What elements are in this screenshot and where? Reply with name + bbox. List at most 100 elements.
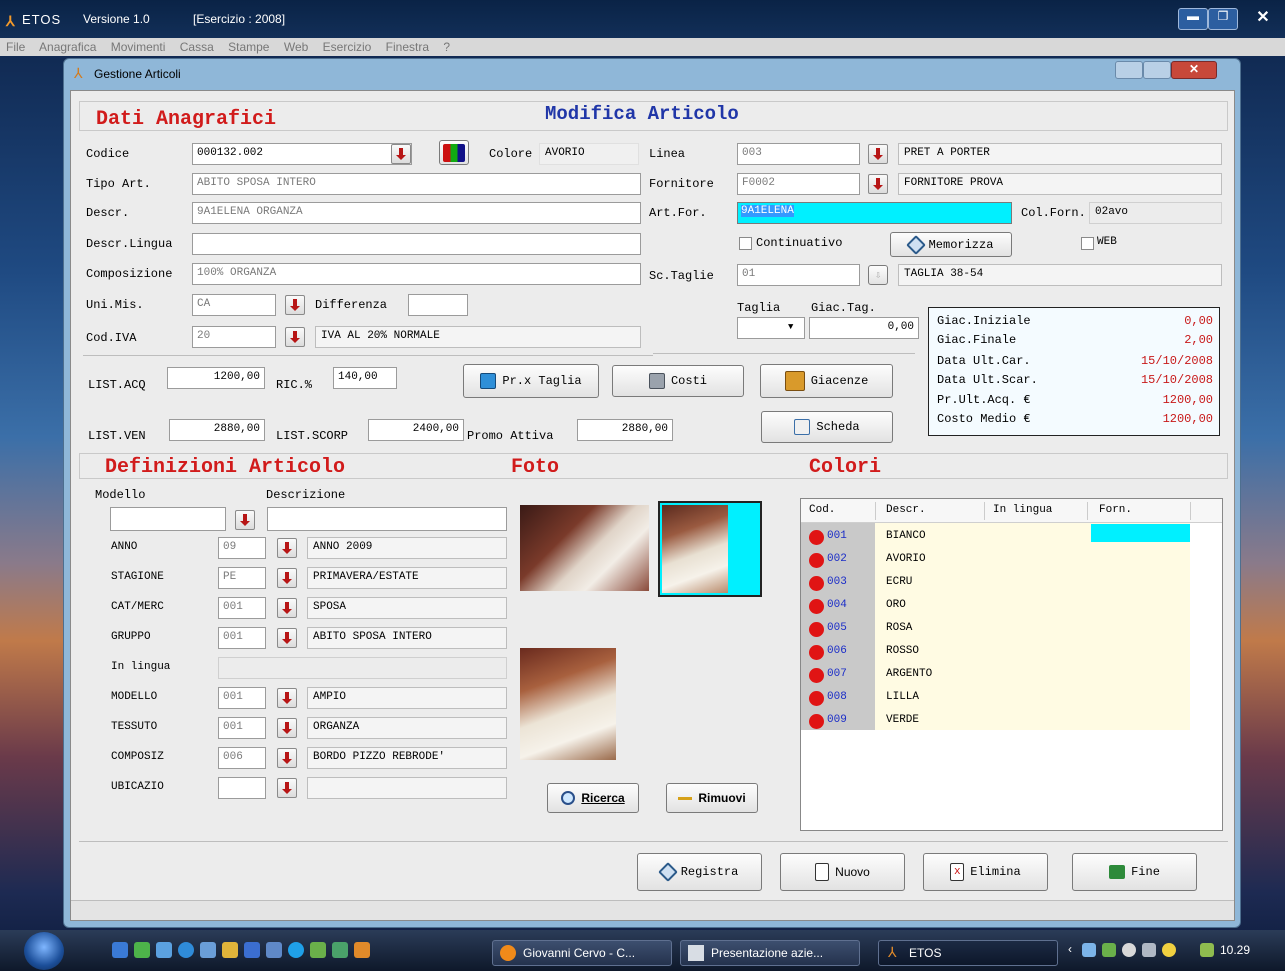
column-header-descr[interactable]: Descr. xyxy=(886,504,926,516)
etos-icon[interactable] xyxy=(354,942,370,958)
linea-input[interactable]: 003 xyxy=(737,143,860,165)
continuativo-checkbox[interactable] xyxy=(739,237,752,250)
menu-web[interactable]: Web xyxy=(284,40,308,54)
colore-row[interactable]: 003 ECRU xyxy=(801,572,1190,595)
column-header-cod[interactable]: Cod. xyxy=(809,504,835,516)
quicklaunch-icon[interactable] xyxy=(332,942,348,958)
taskbar-item-firefox[interactable]: Giovanni Cervo - C... xyxy=(492,940,672,966)
colore-row[interactable]: 005 ROSA xyxy=(801,618,1190,641)
elimina-button[interactable]: x Elimina xyxy=(923,853,1048,891)
tray-icon[interactable] xyxy=(1122,943,1136,957)
giacenze-button[interactable]: Giacenze xyxy=(760,364,893,398)
ie-icon[interactable] xyxy=(178,942,194,958)
quicklaunch-icon[interactable] xyxy=(112,942,128,958)
close-icon[interactable]: ✕ xyxy=(1248,7,1278,29)
tray-icon[interactable] xyxy=(1162,943,1176,957)
registra-button[interactable]: Registra xyxy=(637,853,762,891)
tray-icon[interactable] xyxy=(1082,943,1096,957)
definizione-lookup-button[interactable] xyxy=(277,688,297,708)
taskbar-item-etos[interactable]: ⅄ ETOS xyxy=(878,940,1058,966)
definizione-lookup-button[interactable] xyxy=(277,628,297,648)
menu-esercizio[interactable]: Esercizio xyxy=(323,40,372,54)
definizione-code-input[interactable] xyxy=(218,777,266,799)
quicklaunch-icon[interactable] xyxy=(310,942,326,958)
colore-row[interactable]: 004 ORO xyxy=(801,595,1190,618)
modello-lookup-button[interactable] xyxy=(235,510,255,530)
menu-stampe[interactable]: Stampe xyxy=(228,40,269,54)
definizione-code-input[interactable]: 001 xyxy=(218,717,266,739)
tipo-art-input[interactable]: ABITO SPOSA INTERO xyxy=(192,173,641,195)
menu-anagrafica[interactable]: Anagrafica xyxy=(39,40,96,54)
list-scorp-input[interactable]: 2400,00 xyxy=(368,419,464,441)
definizione-code-input[interactable]: 006 xyxy=(218,747,266,769)
colore-row[interactable]: 006 ROSSO xyxy=(801,641,1190,664)
colore-row[interactable]: 009 VERDE xyxy=(801,710,1190,733)
menu-help[interactable]: ? xyxy=(443,40,450,54)
menu-file[interactable]: File xyxy=(6,40,25,54)
foto-image-2-selected[interactable] xyxy=(658,501,762,597)
foto-image-1[interactable] xyxy=(520,505,649,591)
costi-button[interactable]: Costi xyxy=(612,365,744,397)
column-header-forn[interactable]: Forn. xyxy=(1099,504,1132,516)
definizione-code-input[interactable]: 001 xyxy=(218,627,266,649)
promo-attiva-input[interactable]: 2880,00 xyxy=(577,419,673,441)
colore-row[interactable]: 001 BIANCO xyxy=(801,526,1190,549)
foto-image-3[interactable] xyxy=(520,648,616,760)
giac-tag-input[interactable]: 0,00 xyxy=(809,317,919,339)
definizione-lookup-button[interactable] xyxy=(277,718,297,738)
lock-icon[interactable] xyxy=(222,942,238,958)
codice-input[interactable]: 000132.002 xyxy=(192,143,412,165)
quicklaunch-icon[interactable] xyxy=(266,942,282,958)
prezzi-per-taglia-button[interactable]: Pr.x Taglia xyxy=(463,364,599,398)
colore-row[interactable]: 008 LILLA xyxy=(801,687,1190,710)
definizione-lookup-button[interactable] xyxy=(277,538,297,558)
volume-icon[interactable] xyxy=(1142,943,1156,957)
codice-lookup-button[interactable] xyxy=(391,144,411,164)
differenza-input[interactable] xyxy=(408,294,468,316)
window-minimize-button[interactable] xyxy=(1115,61,1143,79)
definizione-lookup-button[interactable] xyxy=(277,598,297,618)
minimize-button[interactable]: ▬ xyxy=(1178,8,1208,30)
tray-icon[interactable] xyxy=(1102,943,1116,957)
definizione-code-input[interactable]: PE xyxy=(218,567,266,589)
fornitore-lookup-button[interactable] xyxy=(868,174,888,194)
linea-lookup-button[interactable] xyxy=(868,144,888,164)
taglia-select[interactable]: ▼ xyxy=(737,317,805,339)
memorizza-button[interactable]: Memorizza xyxy=(890,232,1012,257)
quicklaunch-icon[interactable] xyxy=(156,942,172,958)
rimuovi-button[interactable]: Rimuovi xyxy=(666,783,758,813)
quicklaunch-icon[interactable] xyxy=(200,942,216,958)
definizione-lookup-button[interactable] xyxy=(277,568,297,588)
scheda-button[interactable]: Scheda xyxy=(761,411,893,443)
cod-iva-input[interactable]: 20 xyxy=(192,326,276,348)
definizione-lookup-button[interactable] xyxy=(277,778,297,798)
uni-mis-input[interactable]: CA xyxy=(192,294,276,316)
tray-icon[interactable] xyxy=(1200,943,1214,957)
web-checkbox[interactable] xyxy=(1081,237,1094,250)
column-header-in-lingua[interactable]: In lingua xyxy=(993,504,1052,516)
cod-iva-lookup-button[interactable] xyxy=(285,327,305,347)
clock[interactable]: 10.29 xyxy=(1220,943,1250,957)
nuovo-button[interactable]: Nuovo xyxy=(780,853,905,891)
menu-movimenti[interactable]: Movimenti xyxy=(111,40,166,54)
sc-taglie-lookup-button[interactable]: ⇩ xyxy=(868,265,888,285)
ric-input[interactable]: 140,00 xyxy=(333,367,397,389)
descr-input[interactable]: 9A1ELENA ORGANZA xyxy=(192,202,641,224)
ricerca-button[interactable]: Ricerca xyxy=(547,783,639,813)
descr-lingua-input[interactable] xyxy=(192,233,641,255)
window-close-button[interactable]: ✕ xyxy=(1171,61,1217,79)
art-for-input[interactable]: 9A1ELENA xyxy=(737,202,1012,224)
colore-row[interactable]: 007 ARGENTO xyxy=(801,664,1190,687)
modello-input[interactable] xyxy=(110,507,226,531)
definizione-code-input[interactable]: 001 xyxy=(218,597,266,619)
skype-icon[interactable] xyxy=(288,942,304,958)
list-ven-input[interactable]: 2880,00 xyxy=(169,419,265,441)
composizione-input[interactable]: 100% ORGANZA xyxy=(192,263,641,285)
uni-mis-lookup-button[interactable] xyxy=(285,295,305,315)
quicklaunch-icon[interactable] xyxy=(134,942,150,958)
definizione-code-input[interactable]: 001 xyxy=(218,687,266,709)
window-maximize-button[interactable] xyxy=(1143,61,1171,79)
fine-button[interactable]: Fine xyxy=(1072,853,1197,891)
menu-finestra[interactable]: Finestra xyxy=(386,40,429,54)
quicklaunch-icon[interactable] xyxy=(244,942,260,958)
